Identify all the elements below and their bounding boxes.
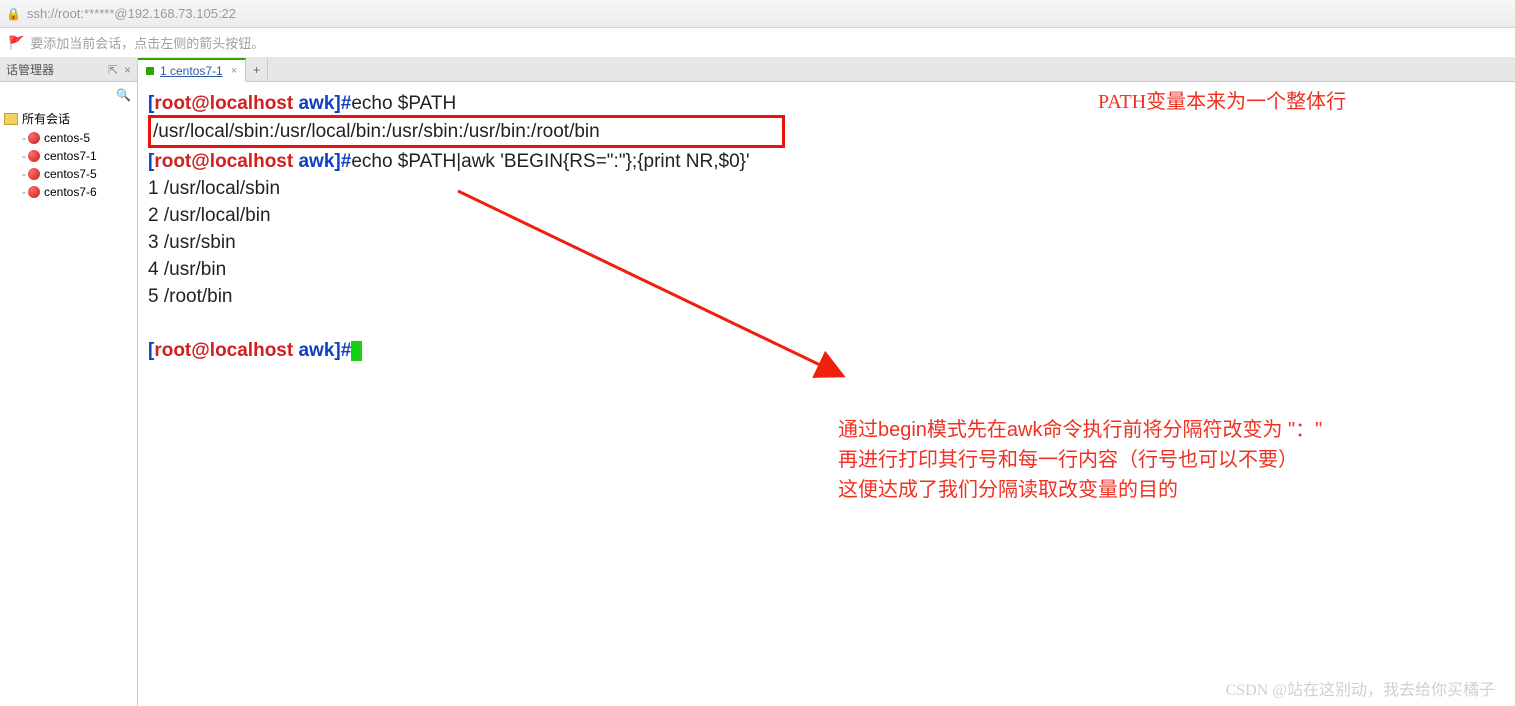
search-icon: 🔍: [116, 88, 131, 102]
tab-bar: 话管理器 ⇱ × 1 centos7-1 × +: [0, 58, 1515, 82]
annotation-line: 通过begin模式先在awk命令执行前将分隔符改变为 "：": [838, 415, 1438, 445]
annotation-bottom: 通过begin模式先在awk命令执行前将分隔符改变为 "：" 再进行打印其行号和…: [838, 415, 1438, 505]
tree-dash-icon: -: [22, 185, 26, 199]
panel-title-text: 话管理器: [6, 61, 54, 78]
terminal-line-boxed: /usr/local/sbin:/usr/local/bin:/usr/sbin…: [148, 117, 1505, 148]
window-title: ssh://root:******@192.168.73.105:22: [27, 6, 236, 21]
tree-dash-icon: -: [22, 131, 26, 145]
tab-close-icon[interactable]: ×: [231, 65, 237, 77]
sidebar-root[interactable]: 所有会话: [0, 108, 137, 129]
terminal-pane[interactable]: [root@localhost awk]#echo $PATH /usr/loc…: [138, 82, 1515, 706]
panel-close-icon[interactable]: ×: [124, 63, 131, 77]
tab-label: 1 centos7-1: [160, 64, 223, 78]
terminal-blank: [148, 310, 1505, 337]
sidebar-item-centos-5[interactable]: - centos-5: [0, 129, 137, 147]
terminal-output: 5 /root/bin: [148, 283, 1505, 310]
info-text: 要添加当前会话，点击左侧的箭头按钮。: [30, 33, 264, 52]
terminal-output: 3 /usr/sbin: [148, 229, 1505, 256]
session-icon: [28, 186, 40, 198]
sidebar-item-label: centos7-5: [44, 167, 97, 181]
cursor-icon: [351, 341, 362, 361]
sidebar-item-centos7-5[interactable]: - centos7-5: [0, 165, 137, 183]
annotation-top: PATH变量本来为一个整体行: [1098, 87, 1346, 117]
terminal-line: [root@localhost awk]#echo $PATH|awk 'BEG…: [148, 148, 1505, 175]
sidebar-item-label: centos-5: [44, 131, 90, 145]
folder-icon: [4, 113, 18, 125]
annotation-line: 这便达成了我们分隔读取改变量的目的: [838, 475, 1438, 505]
sidebar-item-label: centos7-6: [44, 185, 97, 199]
tree-dash-icon: -: [22, 167, 26, 181]
sidebar-item-centos7-1[interactable]: - centos7-1: [0, 147, 137, 165]
session-manager-header: 话管理器 ⇱ ×: [0, 58, 138, 81]
session-icon: [28, 132, 40, 144]
window-titlebar: 🔒 ssh://root:******@192.168.73.105:22: [0, 0, 1515, 28]
plus-icon: +: [253, 63, 260, 77]
watermark: CSDN @站在这别动，我去给你买橘子: [1226, 676, 1495, 700]
terminal-output: 4 /usr/bin: [148, 256, 1505, 283]
add-tab-button[interactable]: +: [246, 58, 268, 81]
sidebar-root-label: 所有会话: [22, 110, 70, 127]
sidebar-item-label: centos7-1: [44, 149, 97, 163]
info-bar: 🚩 要添加当前会话，点击左侧的箭头按钮。: [0, 28, 1515, 58]
flag-icon: 🚩: [8, 35, 24, 51]
tab-status-dot: [146, 67, 154, 75]
tab-centos7-1[interactable]: 1 centos7-1 ×: [138, 58, 246, 82]
terminal-prompt: [root@localhost awk]#: [148, 337, 1505, 364]
session-sidebar: 🔍 所有会话 - centos-5 - centos7-1 - centos7-…: [0, 82, 138, 706]
pin-icon[interactable]: ⇱: [108, 63, 118, 77]
session-icon: [28, 150, 40, 162]
lock-icon: 🔒: [6, 7, 21, 21]
terminal-output: 1 /usr/local/sbin: [148, 175, 1505, 202]
sidebar-search[interactable]: 🔍: [0, 86, 137, 108]
terminal-output: 2 /usr/local/bin: [148, 202, 1505, 229]
annotation-line: 再进行打印其行号和每一行内容（行号也可以不要）: [838, 445, 1438, 475]
session-icon: [28, 168, 40, 180]
sidebar-item-centos7-6[interactable]: - centos7-6: [0, 183, 137, 201]
tree-dash-icon: -: [22, 149, 26, 163]
